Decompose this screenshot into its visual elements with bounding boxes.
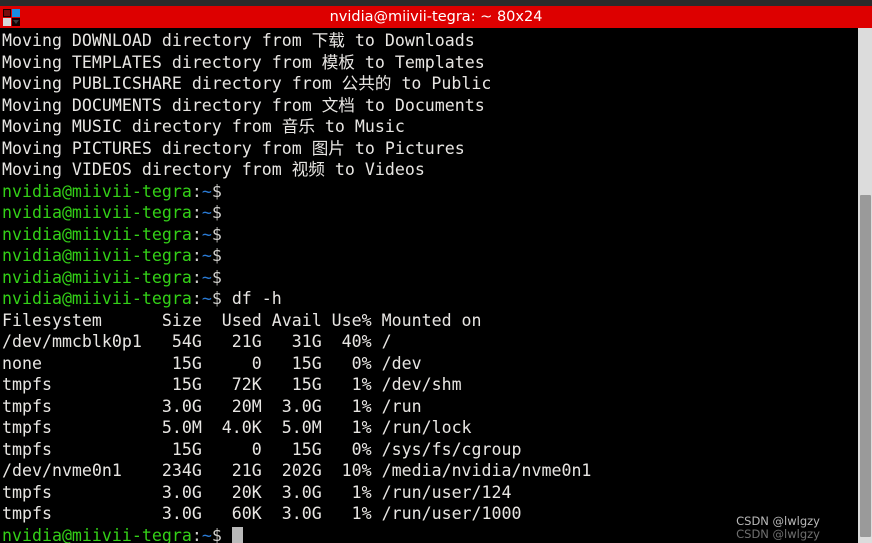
df-row-text: tmpfs 15G 72K 15G 1% /dev/shm [2,375,462,394]
prompt-colon: : [191,525,202,543]
terminal-line-df-row: none 15G 0 15G 0% /dev [2,353,857,375]
terminal-line-move: Moving MUSIC directory from 音乐 to Music [2,116,857,138]
df-row-text: tmpfs 5.0M 4.0K 5.0M 1% /run/lock [2,418,472,437]
df-row-text: /dev/mmcblk0p1 54G 21G 31G 40% / [2,332,392,351]
df-row-text: tmpfs 3.0G 60K 3.0G 1% /run/user/1000 [2,504,522,523]
df-row-text: tmpfs 3.0G 20K 3.0G 1% /run/user/124 [2,482,512,502]
prompt-path: ~ [201,267,212,287]
prompt-user-host: nvidia@miivii-tegra [2,525,192,543]
df-row-text: none 15G 0 15G 0% /dev [2,353,422,373]
df-row-text: tmpfs 3.0G 20M 3.0G 1% /run [2,396,422,416]
terminal-text: Moving TEMPLATES directory from 模板 to Te… [2,52,485,72]
terminal-line-df-row: /dev/mmcblk0p1 54G 21G 31G 40% / [2,331,857,353]
icon-square-top-left [3,9,11,17]
terminal-line-prompt-empty: nvidia@miivii-tegra:~$ [2,224,857,246]
prompt-user-host: nvidia@miivii-tegra [2,246,192,265]
terminal-line-df-row: tmpfs 15G 0 15G 0% /sys/fs/cgroup [2,439,857,461]
terminal-line-df-row: /dev/nvme0n1 234G 21G 202G 10% /media/nv… [2,460,857,482]
terminal-line-df-row: tmpfs 3.0G 60K 3.0G 1% /run/user/1000 [2,503,857,525]
terminal-window-icon [3,9,20,26]
terminal-line-move: Moving DOWNLOAD directory from 下载 to Dow… [2,30,857,52]
terminal-line-df-row: tmpfs 5.0M 4.0K 5.0M 1% /run/lock [2,417,857,439]
prompt-sigil: $ [211,246,222,265]
prompt-path: ~ [201,224,212,244]
terminal-line-prompt-empty: nvidia@miivii-tegra:~$ [2,245,857,267]
df-row-text: /dev/nvme0n1 234G 21G 202G 10% /media/nv… [2,461,592,480]
prompt-sigil: $ [211,289,222,308]
terminal-line-prompt-empty: nvidia@miivii-tegra:~$ [2,181,857,203]
terminal-line-df-row: tmpfs 15G 72K 15G 1% /dev/shm [2,374,857,396]
terminal-scrollbar[interactable] [857,28,872,543]
prompt-sigil: $ [211,267,222,287]
icon-square-bottom-left [3,18,11,26]
terminal-output: Moving DOWNLOAD directory from 下载 to Dow… [0,28,857,543]
prompt-path: ~ [201,246,212,265]
prompt-user-host: nvidia@miivii-tegra [2,289,192,308]
prompt-user-host: nvidia@miivii-tegra [2,224,192,244]
prompt-user-host: nvidia@miivii-tegra [2,267,192,287]
title-bar[interactable]: nvidia@miivii-tegra: ~ 80x24 [0,6,872,28]
terminal-text: Moving VIDEOS directory from 视频 to Video… [2,160,425,179]
prompt-path: ~ [201,289,212,308]
prompt-colon: : [191,246,202,265]
icon-square-top-right [12,9,20,17]
terminal-line-move: Moving TEMPLATES directory from 模板 to Te… [2,52,857,74]
icon-square-bottom-right [12,18,20,26]
terminal-text: Moving DOCUMENTS directory from 文档 to Do… [2,95,485,115]
terminal-text: Moving DOWNLOAD directory from 下载 to Dow… [2,31,475,50]
terminal-line-prompt-active: nvidia@miivii-tegra:~$ [2,525,857,543]
terminal-line-move: Moving PUBLICSHARE directory from 公共的 to… [2,73,857,95]
prompt-sigil: $ [211,525,222,543]
terminal-line-move: Moving DOCUMENTS directory from 文档 to Do… [2,95,857,117]
scrollbar-thumb[interactable] [860,195,871,537]
prompt-path: ~ [201,525,212,543]
prompt-path: ~ [201,203,212,222]
prompt-path: ~ [201,181,212,201]
prompt-colon: : [191,289,202,308]
terminal-line-df-row: tmpfs 3.0G 20K 3.0G 1% /run/user/124 [2,482,857,504]
prompt-colon: : [191,181,202,201]
command-text: df -h [221,289,282,308]
terminal-line-prompt-empty: nvidia@miivii-tegra:~$ [2,202,857,224]
prompt-sigil: $ [211,203,222,222]
prompt-colon: : [191,224,202,244]
prompt-sigil: $ [211,224,222,244]
terminal-text: Moving PUBLICSHARE directory from 公共的 to… [2,74,492,93]
terminal-window: nvidia@miivii-tegra: ~ 80x24 Moving DOWN… [0,0,872,543]
terminal-line-prompt-empty: nvidia@miivii-tegra:~$ [2,267,857,289]
prompt-colon: : [191,267,202,287]
terminal-line-move: Moving PICTURES directory from 图片 to Pic… [2,138,857,160]
df-row-text: tmpfs 15G 0 15G 0% /sys/fs/cgroup [2,439,522,459]
terminal-screen[interactable]: Moving DOWNLOAD directory from 下载 to Dow… [0,28,857,543]
prompt-user-host: nvidia@miivii-tegra [2,203,192,222]
df-header-text: Filesystem Size Used Avail Use% Mounted … [2,310,482,330]
window-title: nvidia@miivii-tegra: ~ 80x24 [329,9,543,25]
terminal-line-move: Moving VIDEOS directory from 视频 to Video… [2,159,857,181]
text-cursor [231,526,244,543]
prompt-user-host: nvidia@miivii-tegra [2,181,192,201]
terminal-line-df-header: Filesystem Size Used Avail Use% Mounted … [2,310,857,332]
terminal-text: Moving MUSIC directory from 音乐 to Music [2,117,405,136]
terminal-line-command: nvidia@miivii-tegra:~$ df -h [2,288,857,310]
prompt-sigil: $ [211,181,222,201]
terminal-line-df-row: tmpfs 3.0G 20M 3.0G 1% /run [2,396,857,418]
prompt-colon: : [191,203,202,222]
terminal-text: Moving PICTURES directory from 图片 to Pic… [2,138,465,158]
